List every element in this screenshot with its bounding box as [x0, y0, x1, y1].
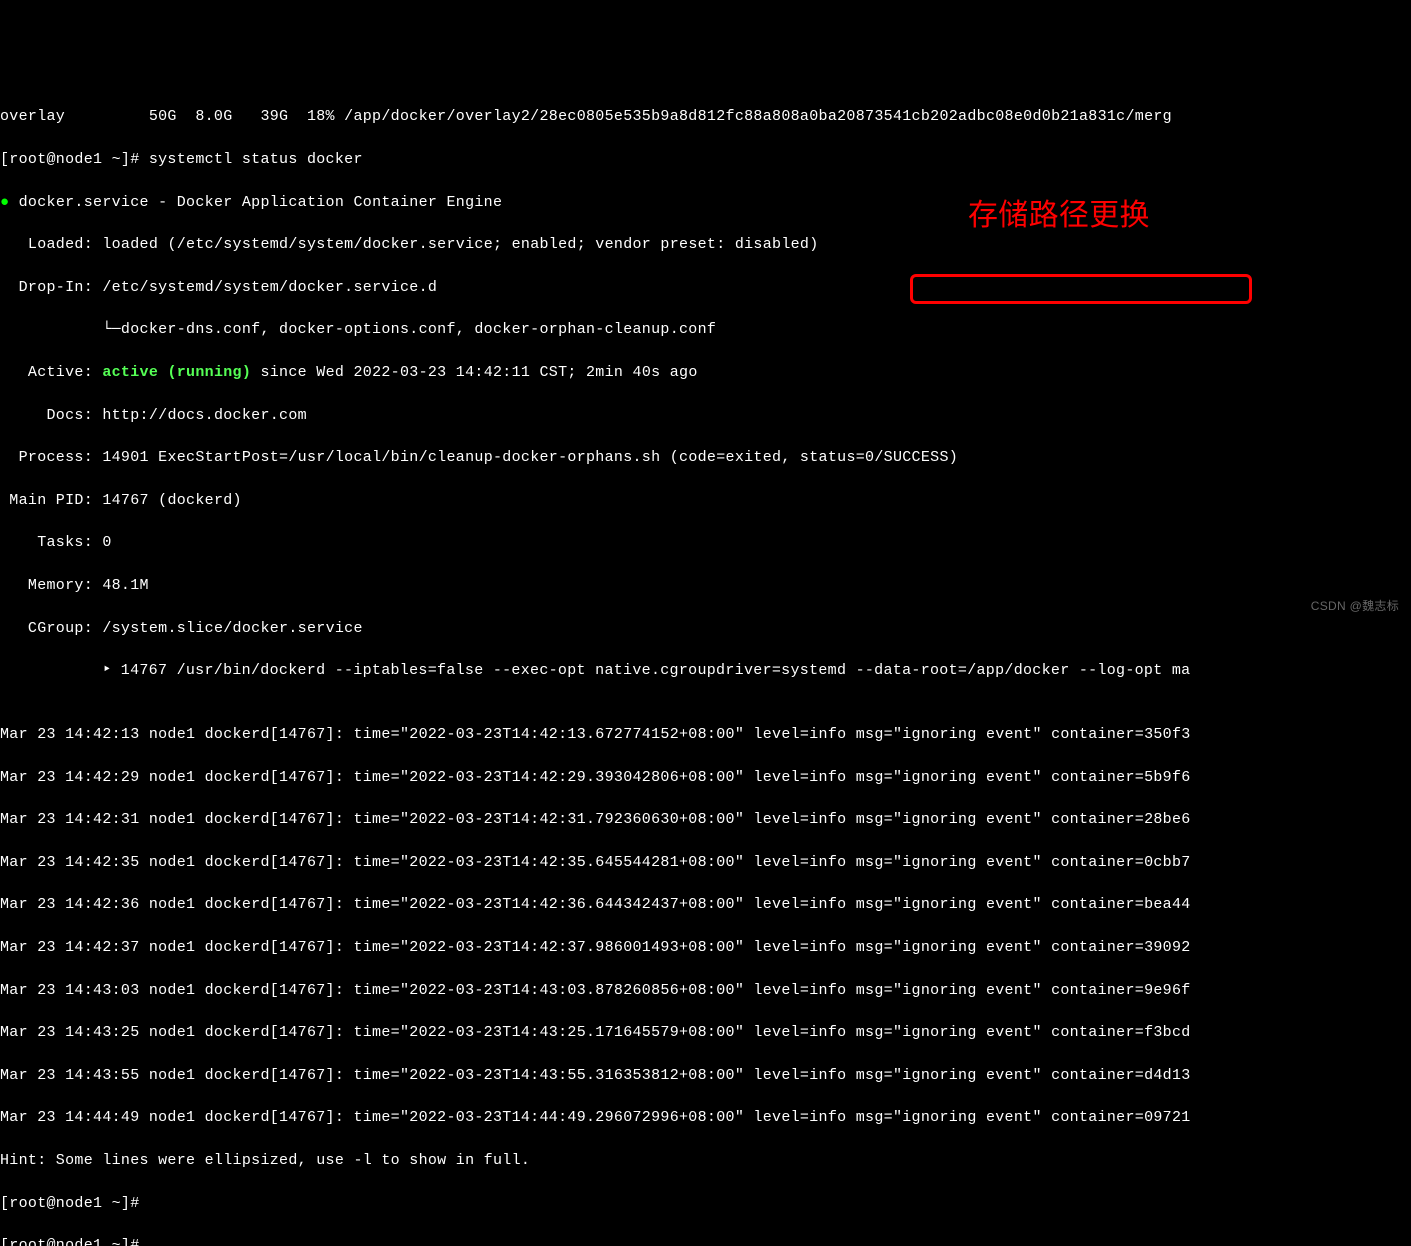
- memory-label: Memory:: [0, 577, 102, 594]
- log-line: Mar 23 14:42:36 node1 dockerd[14767]: ti…: [0, 894, 1411, 915]
- log-line: Mar 23 14:43:25 node1 dockerd[14767]: ti…: [0, 1022, 1411, 1043]
- tasks-value: 0: [102, 534, 111, 551]
- typed-command: systemctl status docker: [149, 151, 363, 168]
- dropin-label: Drop-In:: [0, 279, 102, 296]
- log-line: Mar 23 14:42:31 node1 dockerd[14767]: ti…: [0, 809, 1411, 830]
- status-dot-icon: ●: [0, 194, 19, 211]
- memory-line: Memory: 48.1M: [0, 575, 1411, 596]
- annotation-text: 存储路径更换: [968, 195, 1150, 238]
- process-line: Process: 14901 ExecStartPost=/usr/local/…: [0, 447, 1411, 468]
- active-state: active (running): [102, 364, 251, 381]
- loaded-label: Loaded:: [0, 236, 102, 253]
- highlight-box: [910, 274, 1252, 304]
- docs-line: Docs: http://docs.docker.com: [0, 405, 1411, 426]
- active-since: since Wed 2022-03-23 14:42:11 CST; 2min …: [251, 364, 697, 381]
- docs-value: http://docs.docker.com: [102, 407, 307, 424]
- hint-line: Hint: Some lines were ellipsized, use -l…: [0, 1150, 1411, 1171]
- shell-prompt: [root@node1 ~]#: [0, 1237, 149, 1246]
- cgroup-cmd-line: ‣ 14767 /usr/bin/dockerd --iptables=fals…: [0, 660, 1411, 681]
- dropin-value: /etc/systemd/system/docker.service.d: [102, 279, 437, 296]
- log-line: Mar 23 14:43:03 node1 dockerd[14767]: ti…: [0, 980, 1411, 1001]
- cgroup-line: CGroup: /system.slice/docker.service: [0, 618, 1411, 639]
- prev-output-line: overlay 50G 8.0G 39G 18% /app/docker/ove…: [0, 106, 1411, 127]
- watermark-text: CSDN @魏志标: [1311, 598, 1399, 615]
- active-line: Active: active (running) since Wed 2022-…: [0, 362, 1411, 383]
- command-line: [root@node1 ~]# systemctl status docker: [0, 149, 1411, 170]
- process-label: Process:: [0, 449, 102, 466]
- mainpid-label: Main PID:: [0, 492, 102, 509]
- tasks-label: Tasks:: [0, 534, 102, 551]
- shell-prompt: [root@node1 ~]#: [0, 1195, 149, 1212]
- log-line: Mar 23 14:44:49 node1 dockerd[14767]: ti…: [0, 1107, 1411, 1128]
- docs-label: Docs:: [0, 407, 102, 424]
- log-line: Mar 23 14:42:37 node1 dockerd[14767]: ti…: [0, 937, 1411, 958]
- dropin-tree-line: └─docker-dns.conf, docker-options.conf, …: [0, 319, 1411, 340]
- prompt-line: [root@node1 ~]#: [0, 1193, 1411, 1214]
- cgroup-label: CGroup:: [0, 620, 102, 637]
- log-line: Mar 23 14:43:55 node1 dockerd[14767]: ti…: [0, 1065, 1411, 1086]
- terminal-output[interactable]: overlay 50G 8.0G 39G 18% /app/docker/ove…: [0, 85, 1411, 1246]
- log-line: Mar 23 14:42:35 node1 dockerd[14767]: ti…: [0, 852, 1411, 873]
- service-header-line: ● docker.service - Docker Application Co…: [0, 192, 1411, 213]
- prompt-line: [root@node1 ~]#: [0, 1235, 1411, 1246]
- process-value: 14901 ExecStartPost=/usr/local/bin/clean…: [102, 449, 958, 466]
- cgroup-value: /system.slice/docker.service: [102, 620, 362, 637]
- shell-prompt: [root@node1 ~]#: [0, 151, 149, 168]
- loaded-value: loaded (/etc/systemd/system/docker.servi…: [102, 236, 818, 253]
- log-line: Mar 23 14:42:29 node1 dockerd[14767]: ti…: [0, 767, 1411, 788]
- tasks-line: Tasks: 0: [0, 532, 1411, 553]
- mainpid-value: 14767 (dockerd): [102, 492, 242, 509]
- log-line: Mar 23 14:42:13 node1 dockerd[14767]: ti…: [0, 724, 1411, 745]
- memory-value: 48.1M: [102, 577, 149, 594]
- mainpid-line: Main PID: 14767 (dockerd): [0, 490, 1411, 511]
- loaded-line: Loaded: loaded (/etc/systemd/system/dock…: [0, 234, 1411, 255]
- active-label: Active:: [0, 364, 102, 381]
- service-name: docker.service - Docker Application Cont…: [19, 194, 503, 211]
